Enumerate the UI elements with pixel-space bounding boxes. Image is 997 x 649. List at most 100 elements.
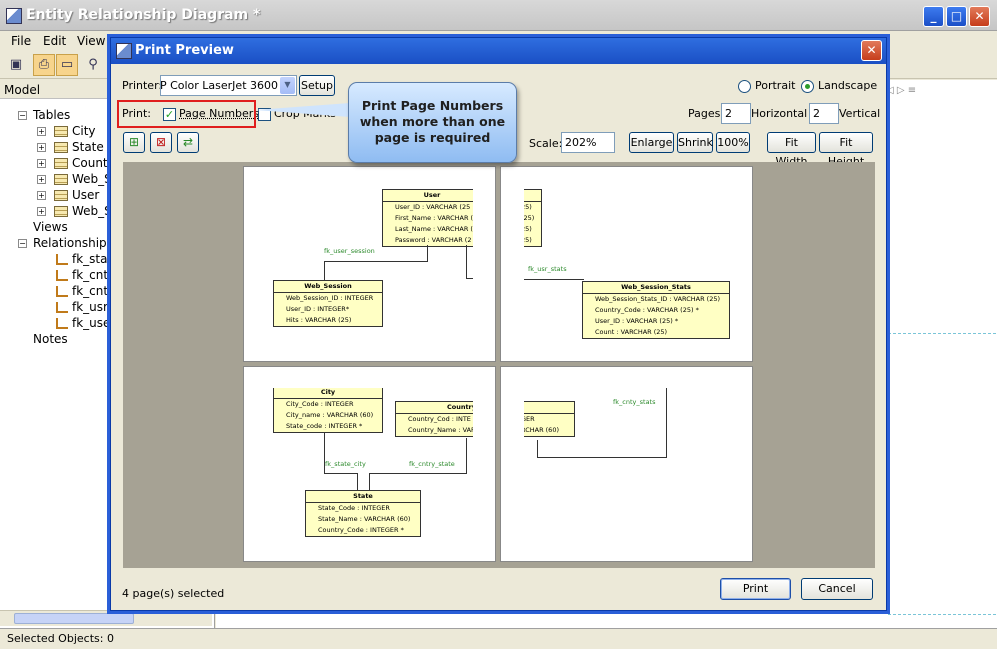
- entity-web-session-stats: Web_Session_Stats Web_Session_Stats_ID :…: [582, 281, 730, 339]
- status-bar: Selected Objects: 0: [0, 628, 997, 649]
- relation-line: [666, 388, 667, 458]
- entity-row: RCHAR (60): [524, 426, 559, 434]
- tree-rel-fk-cnty[interactable]: fk_cnty: [72, 284, 115, 298]
- notes-node[interactable]: Notes: [33, 332, 68, 346]
- chevron-down-icon[interactable]: ▼: [280, 77, 295, 94]
- menu-edit[interactable]: Edit: [43, 34, 66, 48]
- relationship-icon: [56, 270, 68, 281]
- relationships-node[interactable]: Relationships: [33, 236, 113, 250]
- preview-page-2[interactable]: 25) (25) 25) 25) fk_usr_stats Web_Sessio…: [500, 166, 753, 362]
- table-icon: [54, 174, 68, 185]
- preview-page-4[interactable]: GER RCHAR (60) fk_cnty_stats: [500, 366, 753, 562]
- print-icon[interactable]: ⎙: [33, 54, 55, 76]
- relation-line: [466, 278, 473, 279]
- entity-row: User_ID : VARCHAR (25: [395, 203, 471, 211]
- scrollbar-thumb[interactable]: [14, 613, 134, 624]
- entity-row: Country_Name : VAR: [408, 426, 473, 434]
- print-button[interactable]: Print: [720, 578, 791, 600]
- tree-table-user[interactable]: User: [72, 188, 99, 202]
- entity-row: Web_Session_Stats_ID : VARCHAR (25): [595, 295, 721, 303]
- maximize-button[interactable]: □: [946, 6, 967, 27]
- shrink-button[interactable]: Shrink: [677, 132, 713, 153]
- page-numbers-highlight: [117, 100, 256, 128]
- pages-horizontal-input[interactable]: 2: [721, 103, 751, 124]
- vertical-label: Vertical: [839, 107, 881, 120]
- scale-input[interactable]: 202%: [561, 132, 615, 153]
- preview-page-3[interactable]: City City_Code : INTEGER City_name : VAR…: [243, 366, 496, 562]
- preview-page-1[interactable]: User User_ID : VARCHAR (25 First_Name : …: [243, 166, 496, 362]
- printer-select-value: HP Color LaserJet 3600: [160, 79, 278, 92]
- fit-height-button[interactable]: Fit Height: [819, 132, 873, 168]
- dialog-close-button[interactable]: ✕: [861, 40, 882, 61]
- entity-city-name: City: [274, 388, 382, 399]
- entity-row: User_ID : INTEGER*: [286, 305, 350, 313]
- page-setup-icon[interactable]: ▭: [56, 54, 78, 76]
- minimize-button[interactable]: _: [923, 6, 944, 27]
- save-icon[interactable]: ▣: [5, 54, 27, 76]
- page-3-content: City City_Code : INTEGER City_name : VAR…: [267, 388, 473, 540]
- menu-file[interactable]: File: [11, 34, 31, 48]
- tree-table-state[interactable]: State: [72, 140, 104, 154]
- setup-button[interactable]: Setup: [299, 75, 335, 96]
- dialog-title: Print Preview: [135, 43, 234, 58]
- zoom-100-button[interactable]: 100%: [716, 132, 750, 153]
- page-1-content: User User_ID : VARCHAR (25 First_Name : …: [267, 189, 473, 337]
- relation-line: [537, 457, 667, 458]
- printer-select[interactable]: HP Color LaserJet 3600 ▼: [160, 75, 297, 96]
- entity-row: Web_Session_ID : INTEGER: [286, 294, 374, 302]
- entity-user-name: User: [383, 190, 473, 202]
- relationships-collapse-toggle[interactable]: −: [18, 239, 27, 248]
- entity-user-overflow: 25) (25) 25) 25): [524, 189, 542, 247]
- relation-line: [466, 438, 467, 474]
- web-session-expand-toggle[interactable]: +: [37, 175, 46, 184]
- user-expand-toggle[interactable]: +: [37, 191, 46, 200]
- state-expand-toggle[interactable]: +: [37, 143, 46, 152]
- country-expand-toggle[interactable]: +: [37, 159, 46, 168]
- tables-node[interactable]: Tables: [33, 108, 70, 122]
- zoom-icon[interactable]: ⚲: [82, 54, 104, 76]
- label-fk-usr-stats: fk_usr_stats: [528, 265, 567, 273]
- invert-selection-icon[interactable]: ⇄: [177, 132, 199, 153]
- entity-web-session-stats-name: Web_Session_Stats: [583, 282, 729, 294]
- select-all-pages-icon[interactable]: ⊞: [123, 132, 145, 153]
- entity-state-name: State: [306, 491, 420, 503]
- tree-table-city[interactable]: City: [72, 124, 96, 138]
- entity-header: [524, 402, 574, 414]
- entity-country-overflow: GER RCHAR (60): [524, 401, 575, 437]
- city-expand-toggle[interactable]: +: [37, 127, 46, 136]
- close-window-button[interactable]: ✕: [969, 6, 990, 27]
- entity-row: State_Name : VARCHAR (60): [318, 515, 411, 523]
- tree-rel-fk-user[interactable]: fk_user: [72, 316, 115, 330]
- callout-pointer: [255, 103, 350, 117]
- web-session-stats-expand-toggle[interactable]: +: [37, 207, 46, 216]
- entity-row: 25): [524, 225, 532, 233]
- entity-row: Country_Code : INTEGER *: [318, 526, 404, 534]
- entity-row: Last_Name : VARCHAR (2: [395, 225, 473, 233]
- pages-vertical-input[interactable]: 2: [809, 103, 839, 124]
- table-icon: [54, 190, 68, 201]
- entity-row: State_Code : INTEGER: [318, 504, 390, 512]
- table-icon: [54, 206, 68, 217]
- horizontal-scrollbar[interactable]: [0, 610, 212, 626]
- deselect-pages-icon[interactable]: ⊠: [150, 132, 172, 153]
- main-title-bar: Entity Relationship Diagram * _ □ ✕: [0, 0, 997, 31]
- relation-line: [427, 245, 428, 261]
- entity-row: Country_Cod : INTE: [408, 415, 471, 423]
- menu-view[interactable]: View: [77, 34, 105, 48]
- entity-header: [524, 190, 541, 202]
- entity-row: Country_Code : VARCHAR (25) *: [595, 306, 699, 314]
- pages-label: Pages:: [688, 107, 725, 120]
- callout-line-2: when more than one: [359, 114, 506, 129]
- tree-rel-fk-usr[interactable]: fk_usr_: [72, 300, 114, 314]
- portrait-radio[interactable]: [738, 80, 751, 93]
- views-node[interactable]: Views: [33, 220, 68, 234]
- enlarge-button[interactable]: Enlarge: [629, 132, 674, 153]
- cancel-button[interactable]: Cancel: [801, 578, 873, 600]
- tables-collapse-toggle[interactable]: −: [18, 111, 27, 120]
- relation-line: [537, 440, 538, 458]
- landscape-radio[interactable]: [801, 80, 814, 93]
- fit-width-button[interactable]: Fit Width: [767, 132, 816, 168]
- preview-area[interactable]: User User_ID : VARCHAR (25 First_Name : …: [123, 162, 875, 568]
- panel-nav-icons[interactable]: ◁ ▷ ≡: [886, 85, 916, 96]
- relation-line: [324, 261, 325, 281]
